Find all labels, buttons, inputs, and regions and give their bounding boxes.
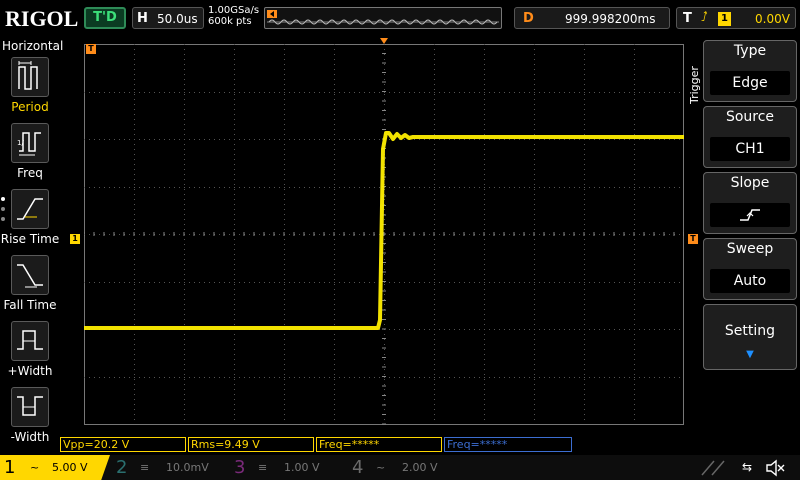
channel-2-number: 2	[116, 457, 128, 478]
channel-3-scale: 1.00 V	[284, 461, 320, 474]
setting-title: Setting	[724, 323, 776, 339]
channel-3-coupling-icon: ≡	[258, 461, 268, 474]
trigger-type-button[interactable]: Type ◀ Edge	[703, 40, 797, 102]
memory-depth: 600k pts	[208, 16, 252, 27]
period-icon	[11, 57, 49, 97]
svg-text:1/: 1/	[17, 139, 24, 147]
delay-value: 999.998200ms	[565, 12, 656, 26]
measurement-rms[interactable]: Rms=9.49 V	[188, 437, 314, 452]
trigger-setting-button[interactable]: Setting ▼	[703, 304, 797, 370]
measurement-bar: Vpp=20.2 V Rms=9.49 V Freq=***** Freq=**…	[60, 437, 700, 453]
positive-width-icon	[11, 321, 49, 361]
rising-slope-icon	[710, 203, 790, 227]
slope-title: Slope	[730, 175, 770, 191]
trigger-level-marker[interactable]: T	[688, 234, 698, 244]
trigger-sweep-button[interactable]: Sweep ◀ Auto	[703, 238, 797, 300]
run-state-badge[interactable]: T'D	[84, 7, 126, 29]
negative-width-icon	[11, 387, 49, 427]
source-value: CH1	[710, 137, 790, 161]
trigger-key: T	[683, 11, 692, 26]
horizontal-key: H	[137, 11, 148, 26]
rise-time-icon	[11, 189, 49, 229]
channel-1-scale: 5.00 V	[52, 461, 88, 474]
freq-label: Freq	[17, 166, 43, 180]
trigger-slope-button[interactable]: Slope ◀	[703, 172, 797, 234]
trigger-status-box[interactable]: T ⭜ 1 0.00V	[676, 7, 796, 29]
measurement-freq-math[interactable]: Freq=*****	[444, 437, 572, 452]
trigger-position-marker[interactable]: T	[86, 44, 96, 54]
channel-3-button[interactable]: 3 ≡ 1.00 V	[230, 455, 348, 480]
measure-rise-time-button[interactable]: Rise Time	[0, 189, 60, 253]
channel-4-scale: 2.00 V	[402, 461, 438, 474]
fall-time-icon	[11, 255, 49, 295]
negative-width-label: -Width	[10, 430, 50, 444]
measure-freq-button[interactable]: 1/ Freq	[0, 123, 60, 187]
trigger-channel-badge: 1	[718, 12, 731, 26]
menu-title: Horizontal	[2, 39, 64, 53]
type-value: Edge	[710, 71, 790, 95]
sweep-value: Auto	[710, 269, 790, 293]
channel-4-number: 4	[352, 457, 364, 478]
positive-width-label: +Width	[7, 364, 53, 378]
trigger-section-label: Trigger	[688, 66, 701, 104]
top-status-bar: RIGOL T'D H 50.0us 1.00GSa/s 600k pts D …	[0, 0, 800, 36]
source-title: Source	[725, 109, 775, 125]
ch1-trace	[84, 131, 684, 330]
rise-time-label: Rise Time	[0, 232, 60, 246]
ch1-ground-marker[interactable]: 1	[70, 234, 80, 244]
trigger-source-button[interactable]: Source ◀ CH1	[703, 106, 797, 168]
delay-key: D	[523, 11, 534, 26]
sample-rate: 1.00GSa/s	[208, 5, 260, 16]
delay-box[interactable]: D 999.998200ms	[514, 7, 670, 29]
channel-3-number: 3	[234, 457, 246, 478]
channel-4-button[interactable]: 4 ~ 2.00 V	[348, 455, 466, 480]
status-icons: ⇆	[700, 458, 798, 478]
waveform-display[interactable]: T 1 T	[70, 38, 698, 434]
channel-1-button[interactable]: 1 ~ 5.00 V	[0, 455, 110, 480]
trigger-level-value: 0.00V	[755, 12, 790, 26]
measurement-freq-ch1[interactable]: Freq=*****	[316, 437, 442, 452]
fall-time-label: Fall Time	[3, 298, 57, 312]
rising-edge-icon: ⭜	[701, 10, 708, 25]
channel-1-number: 1	[4, 457, 16, 478]
sample-info: 1.00GSa/s 600k pts	[208, 5, 259, 27]
brand-logo: RIGOL	[5, 6, 79, 31]
chevron-down-icon: ▼	[746, 349, 754, 360]
memory-waveform-icon	[267, 10, 499, 25]
measure-positive-width-button[interactable]: +Width	[0, 321, 60, 385]
channel-2-scale: 10.0mV	[166, 461, 209, 474]
channel-1-coupling-icon: ~	[30, 461, 40, 474]
period-label: Period	[11, 100, 49, 114]
horizontal-measure-menu: Horizontal Period 1/ Freq Rise Time Fall…	[0, 37, 64, 452]
measure-fall-time-button[interactable]: Fall Time	[0, 255, 60, 319]
freq-icon: 1/	[11, 123, 49, 163]
sweep-title: Sweep	[726, 241, 774, 257]
measure-negative-width-button[interactable]: -Width	[0, 387, 60, 451]
speaker-muted-icon[interactable]	[764, 458, 786, 478]
usb-icon: ⇆	[742, 460, 753, 474]
channel-4-coupling-icon: ~	[376, 461, 386, 474]
type-title: Type	[733, 43, 767, 59]
channel-bar: 1 ~ 5.00 V 2 ≡ 10.0mV 3 ≡ 1.00 V 4 ~ 2.0…	[0, 455, 800, 480]
channel-2-button[interactable]: 2 ≡ 10.0mV	[112, 455, 230, 480]
memory-overview-strip[interactable]	[264, 7, 502, 29]
graticule	[84, 44, 684, 425]
measure-period-button[interactable]: Period	[0, 57, 60, 121]
horizontal-timebase-box[interactable]: H 50.0us	[132, 7, 204, 29]
channel-2-coupling-icon: ≡	[140, 461, 150, 474]
timebase-value: 50.0us	[157, 12, 198, 26]
measurement-vpp[interactable]: Vpp=20.2 V	[60, 437, 186, 452]
trigger-menu: Type ◀ Edge Source ◀ CH1 Slope ◀ Sweep ◀…	[703, 40, 797, 450]
trigger-time-pointer	[380, 38, 388, 44]
